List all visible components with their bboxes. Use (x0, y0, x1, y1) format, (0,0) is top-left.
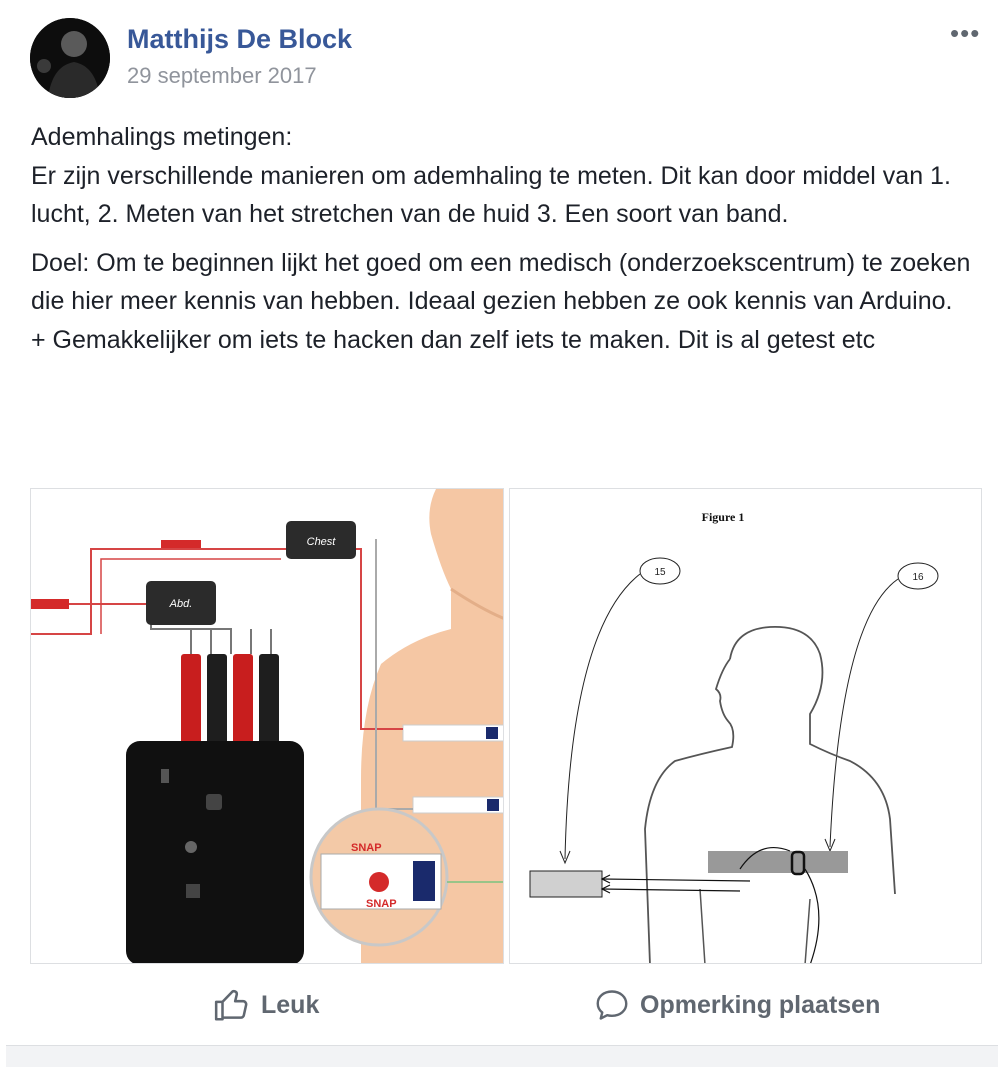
thumbs-up-icon (214, 989, 248, 1021)
snap-label-top: SNAP (351, 842, 382, 854)
snap-label-bottom: SNAP (366, 898, 397, 910)
comment-icon (596, 990, 628, 1020)
post-paragraph: Ademhalings metingen: Er zijn verschillen… (31, 123, 951, 228)
comment-label: Opmerking plaatsen (640, 990, 881, 1019)
comments-area (6, 1045, 998, 1067)
author-name[interactable]: Matthijs De Block (127, 24, 352, 55)
callout-16: 16 (912, 572, 924, 583)
like-button[interactable]: Leuk (213, 975, 319, 1035)
callout-15: 15 (654, 567, 666, 578)
comment-button[interactable]: Opmerking plaatsen (594, 975, 880, 1035)
chest-label: Chest (307, 536, 337, 548)
abd-label: Abd. (169, 598, 193, 610)
avatar[interactable] (30, 18, 110, 98)
photo-breathing-sensor[interactable]: Chest Abd. SNAP SNAP (30, 488, 504, 964)
like-label: Leuk (261, 990, 320, 1019)
facebook-post: Matthijs De Block 29 september 2017 ••• … (0, 0, 998, 1067)
post-text: Ademhalings metingen: Er zijn verschillen… (31, 118, 971, 359)
photo-patent-figure[interactable]: Figure 1 15 16 (509, 488, 982, 964)
post-date[interactable]: 29 september 2017 (127, 63, 317, 89)
post-paragraph: Doel: Om te beginnen lijkt het goed om e… (31, 248, 971, 354)
more-options-icon[interactable]: ••• (950, 18, 980, 49)
post-actions: Leuk Opmerking plaatsen (0, 975, 998, 1035)
figure-title: Figure 1 (702, 510, 745, 524)
